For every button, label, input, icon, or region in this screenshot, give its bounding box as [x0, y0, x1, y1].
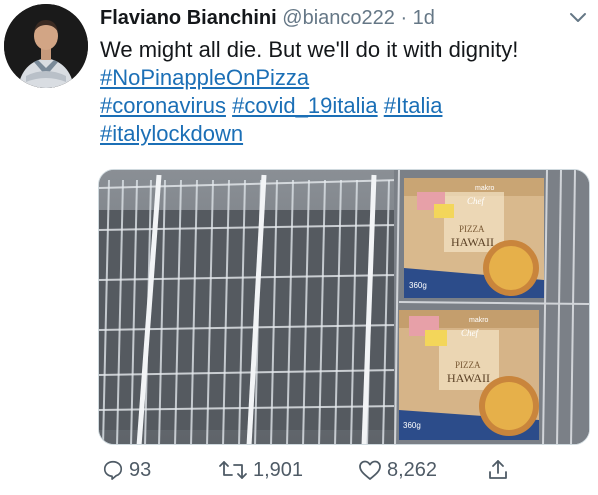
heart-icon: [359, 460, 381, 480]
reply-button[interactable]: 93: [102, 455, 151, 485]
hashtag-link[interactable]: #NoPinappleOnPizza: [100, 65, 309, 90]
author-name[interactable]: Flaviano Bianchini: [100, 7, 277, 29]
tweet-menu-button[interactable]: [568, 10, 588, 26]
retweet-count: 1,901: [253, 458, 304, 481]
tweet-header: Flaviano Bianchini @bianco222 · 1d: [100, 6, 435, 30]
pizza-box-top: makro Chef PIZZA HAWAII 360g: [404, 178, 544, 298]
box-brand: makro: [469, 317, 489, 324]
tweet-media-photo[interactable]: makro Chef PIZZA HAWAII 360g makro Chef …: [98, 169, 590, 445]
tweet-timestamp[interactable]: 1d: [413, 7, 435, 29]
box-variant: HAWAII: [451, 235, 494, 249]
like-button[interactable]: 8,262: [358, 455, 437, 485]
box-sub-brand: Chef: [467, 196, 485, 206]
tweet-text: We might all die. But we'll do it with d…: [100, 36, 590, 148]
like-count: 8,262: [387, 458, 438, 481]
share-icon: [489, 460, 507, 479]
retweet-button[interactable]: 1,901: [218, 455, 303, 485]
hashtag-link[interactable]: #coronavirus: [100, 93, 226, 118]
chevron-down-icon: [570, 13, 586, 22]
tweet-body: We might all die. But we'll do it with d…: [100, 37, 519, 62]
box-product: PIZZA: [459, 224, 485, 234]
box-weight: 360g: [403, 421, 421, 430]
author-avatar[interactable]: [4, 4, 88, 88]
box-weight: 360g: [409, 281, 427, 290]
pizza-box-bottom: makro Chef PIZZA HAWAII 360g: [399, 310, 539, 440]
reply-count: 93: [129, 458, 152, 481]
author-handle[interactable]: @bianco222: [282, 7, 395, 29]
retweet-icon: [219, 461, 247, 479]
header-separator: ·: [400, 7, 408, 29]
hashtag-link[interactable]: #covid_19italia: [232, 93, 378, 118]
box-variant: HAWAII: [447, 371, 490, 385]
hashtag-link[interactable]: #Italia: [384, 93, 443, 118]
freezer-shelf-photo: makro Chef PIZZA HAWAII 360g makro Chef …: [99, 170, 589, 444]
box-sub-brand: Chef: [461, 328, 479, 338]
box-product: PIZZA: [455, 360, 481, 370]
hashtag-link[interactable]: #italylockdown: [100, 121, 243, 146]
tweet-action-bar: 93 1,901 8,262: [100, 455, 580, 485]
box-brand: makro: [475, 185, 495, 192]
reply-icon: [103, 460, 123, 480]
share-button[interactable]: [486, 455, 510, 485]
avatar-photo: [4, 4, 88, 88]
